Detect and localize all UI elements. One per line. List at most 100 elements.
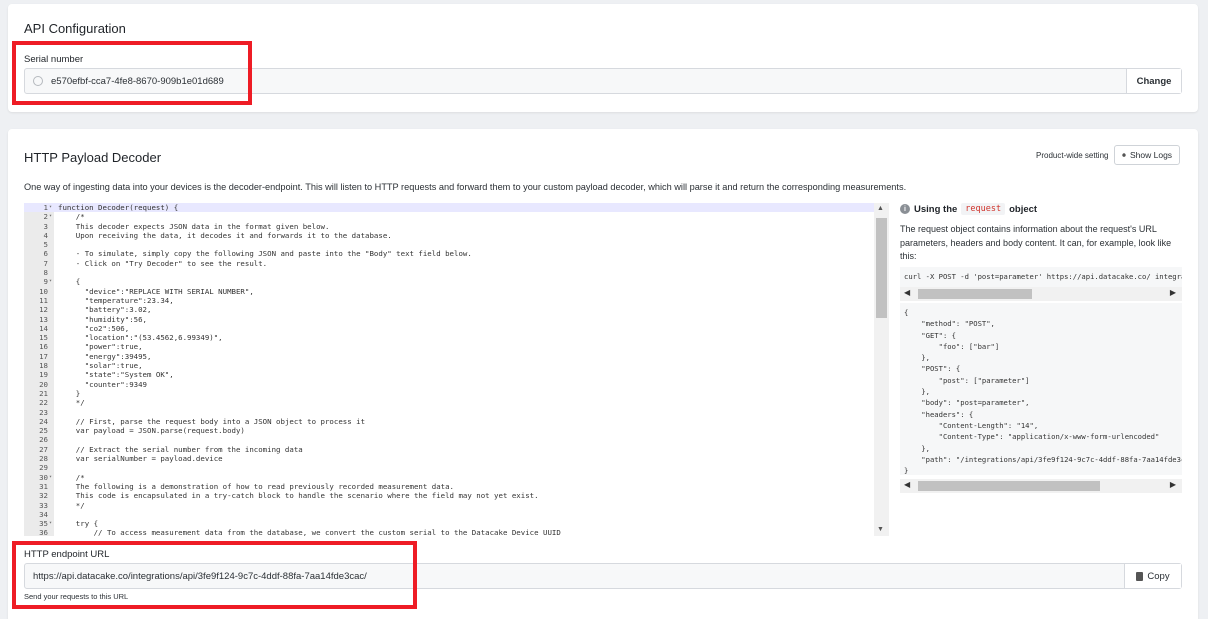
show-logs-button[interactable]: ⦁ Show Logs xyxy=(1114,145,1181,165)
line-number: 36 xyxy=(39,528,48,536)
scroll-left-arrow-icon[interactable]: ◀ xyxy=(904,480,910,489)
line-number: 25 xyxy=(39,426,48,436)
code-text: The following is a demonstration of how … xyxy=(58,481,455,491)
fold-arrow-icon[interactable]: ▾ xyxy=(49,212,52,221)
editor-vertical-scrollbar[interactable]: ▲ ▼ xyxy=(874,203,889,536)
line-number: 26 xyxy=(39,435,48,445)
line-number: 5 xyxy=(43,240,48,250)
code-text: "location":"(53.4562,6.99349)", xyxy=(58,333,223,343)
line-number: 13 xyxy=(39,314,48,324)
scroll-down-arrow-icon[interactable]: ▼ xyxy=(877,526,884,533)
scroll-up-arrow-icon[interactable]: ▲ xyxy=(877,205,884,212)
code-text: "temperature":23.34, xyxy=(58,295,174,305)
line-number: 21 xyxy=(39,388,48,398)
line-number: 8 xyxy=(43,268,48,278)
line-number: 7 xyxy=(43,258,48,268)
scroll-left-arrow-icon[interactable]: ◀ xyxy=(904,288,910,297)
endpoint-url-field: https://api.datacake.co/integrations/api… xyxy=(24,563,1182,589)
change-button[interactable]: Change xyxy=(1126,69,1181,93)
code-line: 19 "state":"System OK", xyxy=(24,370,874,379)
line-number: 28 xyxy=(39,454,48,464)
code-text: "humidity":56, xyxy=(58,314,147,324)
endpoint-url-value[interactable]: https://api.datacake.co/integrations/api… xyxy=(25,564,1124,588)
line-number: 29 xyxy=(39,463,48,473)
fold-arrow-icon[interactable]: ▾ xyxy=(49,519,52,528)
copy-button[interactable]: Copy xyxy=(1124,564,1181,588)
code-line: 20 "counter":9349 xyxy=(24,380,874,389)
curl-horizontal-scrollbar[interactable]: ◀ ▶ xyxy=(900,287,1182,301)
line-number: 34 xyxy=(39,509,48,519)
request-json-example: { "method": "POST", "GET": { "foo": ["ba… xyxy=(900,303,1182,475)
code-text: "solar":true, xyxy=(58,361,143,371)
code-text: - To simulate, simply copy the following… xyxy=(58,249,472,259)
decoder-description: One way of ingesting data into your devi… xyxy=(24,182,907,192)
code-text: "co2":506, xyxy=(58,323,130,333)
json-line: "GET": { xyxy=(904,330,956,340)
code-text: try { xyxy=(58,519,99,529)
code-text: */ xyxy=(58,398,85,408)
line-number: 19 xyxy=(39,370,48,380)
code-line: 25 var payload = JSON.parse(request.body… xyxy=(24,426,874,435)
json-line: { xyxy=(904,308,909,317)
line-number: 10 xyxy=(39,286,48,296)
fold-arrow-icon[interactable]: ▾ xyxy=(49,277,52,286)
json-horizontal-scrollbar[interactable]: ◀ ▶ xyxy=(900,479,1182,493)
scroll-right-arrow-icon[interactable]: ▶ xyxy=(1170,480,1176,489)
code-line: 24 // First, parse the request body into… xyxy=(24,417,874,426)
line-number: 24 xyxy=(39,416,48,426)
scrollbar-thumb[interactable] xyxy=(876,218,887,318)
request-code-chip: request xyxy=(961,203,1006,215)
show-logs-label: Show Logs xyxy=(1130,150,1173,160)
line-number: 3 xyxy=(43,221,48,231)
copy-label: Copy xyxy=(1147,570,1170,582)
line-number: 20 xyxy=(39,379,48,389)
scrollbar-thumb[interactable] xyxy=(918,481,1100,491)
request-object-description: The request object contains information … xyxy=(900,224,1172,261)
code-line: 32 This code is encapsulated in a try-ca… xyxy=(24,491,874,500)
fold-arrow-icon[interactable]: ▾ xyxy=(49,473,52,482)
line-number: 35 xyxy=(39,519,48,529)
code-line: 29 xyxy=(24,463,874,472)
line-number: 14 xyxy=(39,323,48,333)
code-line: 10 "device":"REPLACE WITH SERIAL NUMBER"… xyxy=(24,287,874,296)
json-line: } xyxy=(904,466,909,475)
code-text: // First, parse the request body into a … xyxy=(58,416,366,426)
fold-arrow-icon[interactable]: ▾ xyxy=(49,203,52,212)
line-number: 9 xyxy=(43,277,48,287)
code-line: 23 xyxy=(24,408,874,417)
serial-number-label: Serial number xyxy=(24,54,84,65)
code-line: 6 - To simulate, simply copy the followi… xyxy=(24,249,874,258)
json-line: }, xyxy=(904,387,930,397)
code-line: 12 "battery":3.02, xyxy=(24,305,874,314)
endpoint-url-label: HTTP endpoint URL xyxy=(24,549,110,560)
line-number: 4 xyxy=(43,230,48,240)
code-line: 30 ▾ /* xyxy=(24,473,874,482)
code-text: var payload = JSON.parse(request.body) xyxy=(58,426,245,436)
fingerprint-icon xyxy=(33,76,43,86)
code-line: 27 // Extract the serial number from the… xyxy=(24,445,874,454)
scrollbar-thumb[interactable] xyxy=(918,289,1032,299)
line-number: 18 xyxy=(39,361,48,371)
code-line: 13 "humidity":56, xyxy=(24,315,874,324)
code-line: 17 "energy":39495, xyxy=(24,352,874,361)
line-number: 32 xyxy=(39,491,48,501)
code-line: 22 */ xyxy=(24,398,874,407)
code-line: 18 "solar":true, xyxy=(24,361,874,370)
code-text: "battery":3.02, xyxy=(58,305,152,315)
code-editor[interactable]: 1 ▾ function Decoder(request) {2 ▾ /* 3 This… xyxy=(24,203,889,536)
code-text: "energy":39495, xyxy=(58,351,152,361)
code-line: 8 xyxy=(24,268,874,277)
line-number: 11 xyxy=(39,295,48,305)
code-line: 2 ▾ /* xyxy=(24,212,874,221)
json-line: "Content-Length": "14", xyxy=(904,420,1039,430)
line-number: 27 xyxy=(39,444,48,454)
request-object-panel: i Using the request object The request o… xyxy=(900,203,1182,503)
code-line: 28 var serialNumber = payload.device xyxy=(24,454,874,463)
code-line: 21 } xyxy=(24,389,874,398)
json-line: "post": ["parameter"] xyxy=(904,375,1030,385)
code-line: 1 ▾ function Decoder(request) { xyxy=(24,203,874,213)
code-line: 31 The following is a demonstration of h… xyxy=(24,482,874,491)
api-configuration-card xyxy=(8,4,1198,112)
line-number: 30 xyxy=(39,472,48,482)
scroll-right-arrow-icon[interactable]: ▶ xyxy=(1170,288,1176,297)
